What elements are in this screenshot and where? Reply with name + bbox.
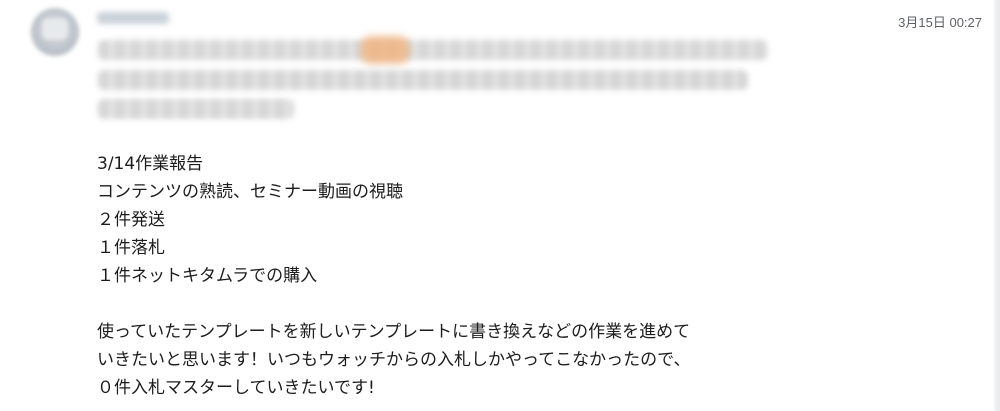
scroll-edge — [994, 0, 1000, 411]
message-line: いきたいと思います！いつもウォッチからの入札しかやってこなかったので、 — [97, 350, 691, 370]
message-line: １件ネットキタムラでの購入 — [97, 266, 318, 286]
message-line: ０件入札マスターしていきたいです! — [97, 378, 375, 398]
redacted-highlight — [361, 36, 409, 64]
redacted-line — [98, 70, 748, 90]
message-line-blank — [97, 290, 877, 318]
avatar-image — [42, 18, 68, 40]
message-line: 使っていたテンプレートを新しいテンプレートに書き換えなどの作業を進めて — [97, 322, 691, 342]
message-timestamp[interactable]: 3月15日 00:27 — [898, 12, 982, 31]
redacted-line — [98, 99, 294, 119]
username-redacted[interactable] — [97, 12, 169, 24]
message-line: １件落札 — [97, 238, 165, 258]
message-line: ２件発送 — [97, 210, 165, 230]
message-body: 3/14作業報告 コンテンツの熟読、セミナー動画の視聴 ２件発送 １件落札 １件… — [97, 150, 877, 402]
message-line: 3/14作業報告 — [97, 154, 204, 174]
message-line: コンテンツの熟読、セミナー動画の視聴 — [97, 182, 403, 202]
avatar[interactable] — [31, 8, 79, 56]
redacted-line — [98, 40, 768, 60]
